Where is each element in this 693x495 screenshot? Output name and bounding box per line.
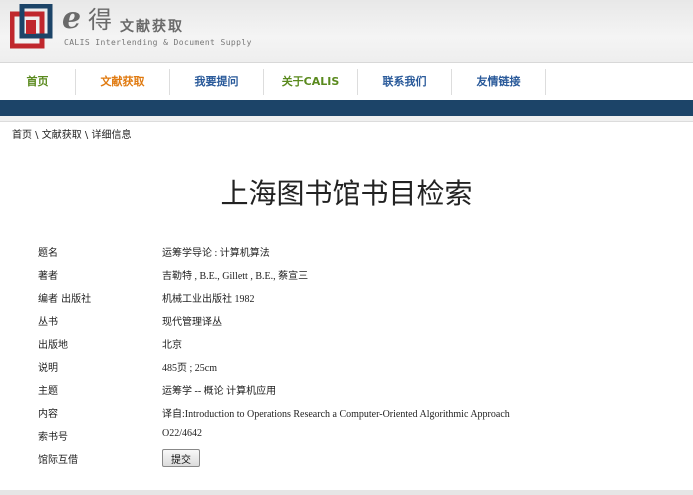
field-value: O22/4642 <box>162 428 202 439</box>
field-label: 题名 <box>38 248 58 259</box>
nav-links[interactable]: 友情链接 <box>452 69 546 95</box>
nav-links-label: 友情链接 <box>476 75 521 88</box>
breadcrumb-home[interactable]: 首页 <box>12 130 32 141</box>
breadcrumb-sep: \ <box>81 130 92 141</box>
nav-contact[interactable]: 联系我们 <box>358 69 452 95</box>
logo-de: 得 <box>88 6 112 34</box>
breadcrumb-sep: \ <box>32 130 42 141</box>
nav-bottom-bar <box>0 100 693 116</box>
logo-cn-name: 文献获取 <box>120 19 184 35</box>
field-value: 485页 ; 25cm <box>162 363 217 374</box>
record-row-series: 丛书 现代管理译丛 <box>38 313 678 336</box>
field-value: 机械工业出版社 1982 <box>162 294 255 305</box>
main-nav: 首页 文献获取 我要提问 关于CALIS 联系我们 友情链接 <box>0 62 693 100</box>
nav-home[interactable]: 首页 <box>0 69 76 95</box>
field-label: 内容 <box>38 409 58 420</box>
nav-ask[interactable]: 我要提问 <box>170 69 264 95</box>
nav-about-label: 关于CALIS <box>281 75 340 88</box>
nav-document-delivery[interactable]: 文献获取 <box>76 69 170 95</box>
record-row-ill: 馆际互借 提交 <box>38 449 678 474</box>
record-row-publisher: 编者 出版社 机械工业出版社 1982 <box>38 290 678 313</box>
calis-logo-icon <box>10 4 53 49</box>
divider <box>0 116 693 122</box>
record-row-place: 出版地 北京 <box>38 336 678 359</box>
field-label: 出版地 <box>38 340 68 351</box>
field-label: 著者 <box>38 271 58 282</box>
field-label: 馆际互借 <box>38 455 78 466</box>
nav-document-delivery-label: 文献获取 <box>100 75 145 88</box>
nav-home-label: 首页 <box>26 75 49 88</box>
breadcrumb: 首页 \ 文献获取 \ 详细信息 <box>12 126 131 141</box>
field-label: 索书号 <box>38 432 68 443</box>
record-row-call-number: 索书号 O22/4642 <box>38 428 678 451</box>
field-value: 吉勒特 , B.E., Gillett , B.E., 蔡宣三 <box>162 271 309 282</box>
record-row-title: 题名 运筹学导论 : 计算机算法 <box>38 244 678 267</box>
logo-e: e <box>62 1 82 36</box>
record-row-subject: 主题 运筹学 -- 概论 计算机应用 <box>38 382 678 405</box>
nav-contact-label: 联系我们 <box>382 75 427 88</box>
record-row-author: 著者 吉勒特 , B.E., Gillett , B.E., 蔡宣三 <box>38 267 678 290</box>
breadcrumb-section[interactable]: 文献获取 <box>42 130 82 141</box>
footer-line <box>0 490 693 495</box>
nav-ask-label: 我要提问 <box>194 75 239 88</box>
breadcrumb-current: 详细信息 <box>91 130 132 141</box>
field-value: 运筹学 -- 概论 计算机应用 <box>162 386 277 397</box>
field-value: 运筹学导论 : 计算机算法 <box>162 248 270 259</box>
nav-about[interactable]: 关于CALIS <box>264 69 358 95</box>
record-row-description: 说明 485页 ; 25cm <box>38 359 678 382</box>
header: e 得 文献获取 CALIS Interlending & Document S… <box>0 0 693 62</box>
field-label: 主题 <box>38 386 58 397</box>
field-value: 北京 <box>162 340 182 351</box>
field-label: 丛书 <box>38 317 58 328</box>
logo-en-name: CALIS Interlending & Document Supply <box>64 38 252 47</box>
field-label: 说明 <box>38 363 58 374</box>
field-value: 译自:Introduction to Operations Research a… <box>162 409 510 420</box>
record-row-contents: 内容 译自:Introduction to Operations Researc… <box>38 405 678 428</box>
field-label: 编者 出版社 <box>38 294 92 305</box>
record-details: 题名 运筹学导论 : 计算机算法 著者 吉勒特 , B.E., Gillett … <box>38 244 678 474</box>
page-title: 上海图书馆书目检索 <box>220 177 473 210</box>
submit-button[interactable]: 提交 <box>162 449 200 467</box>
field-value: 现代管理译丛 <box>162 317 222 328</box>
